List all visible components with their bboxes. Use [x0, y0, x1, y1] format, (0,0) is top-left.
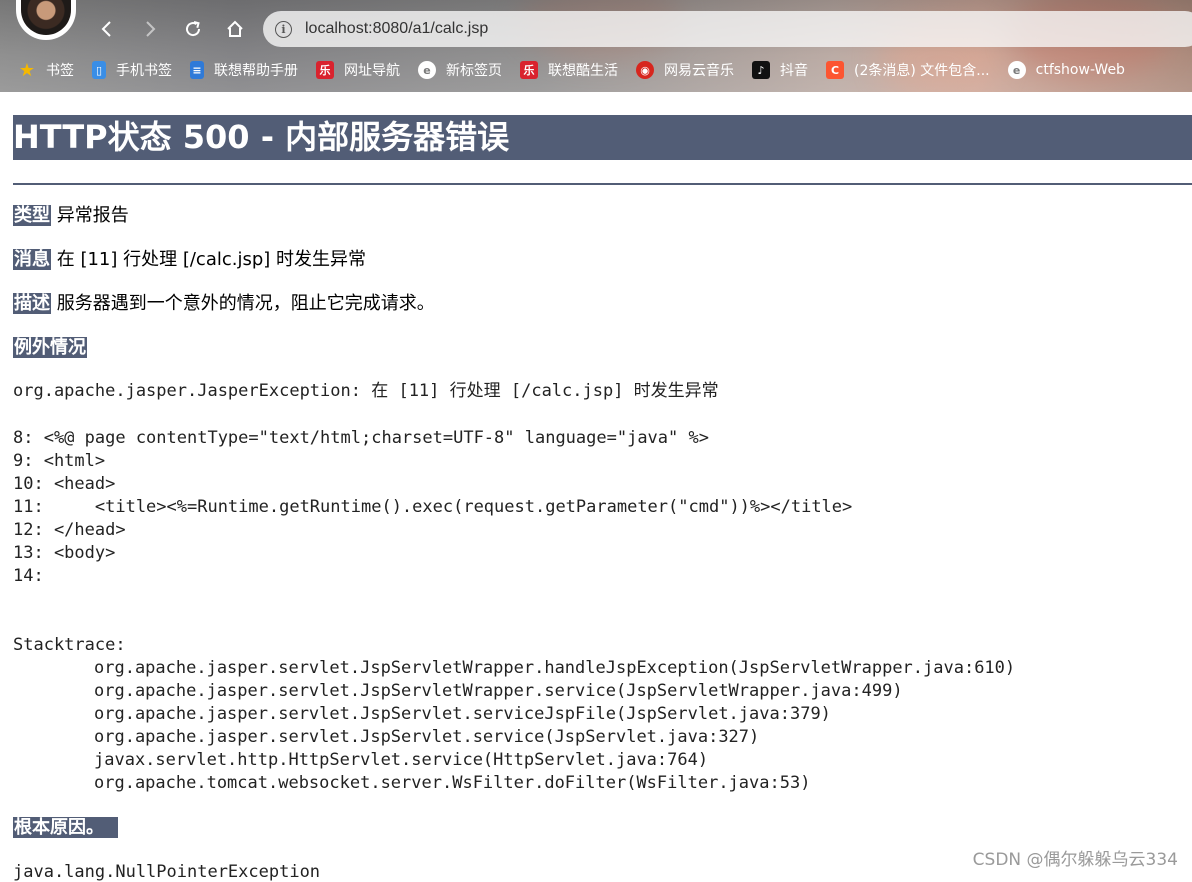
bookmark-item[interactable]: ◉ 网易云音乐	[636, 60, 734, 80]
exception-line: org.apache.jasper.JasperException: 在 [11…	[13, 381, 719, 401]
edge-icon: e	[1007, 61, 1026, 79]
code-line: 12: </head>	[13, 520, 126, 540]
bookmark-label: (2条消息) 文件包含...	[854, 63, 990, 79]
root-cause-heading: 根本原因。	[13, 816, 118, 840]
bookmark-item[interactable]: ★ 书签	[18, 59, 74, 81]
bookmark-item[interactable]: ≡ 联想帮助手册	[190, 60, 298, 80]
back-button[interactable]	[92, 14, 122, 44]
code-line: 8: <%@ page contentType="text/html;chars…	[13, 428, 709, 448]
home-icon	[227, 20, 243, 37]
bookmark-label: 书签	[46, 63, 74, 79]
message-label: 消息	[13, 249, 51, 270]
bookmarks-bar: ★ 书签 ▯ 手机书签 ≡ 联想帮助手册 乐 网址导航 e 新标签页 乐 联想酷…	[0, 56, 1192, 84]
description-value: 服务器遇到一个意外的情况，阻止它完成请求。	[56, 293, 435, 314]
home-button[interactable]	[220, 14, 250, 44]
book-icon: ≡	[190, 61, 204, 79]
code-line: 11: <title><%=Runtime.getRuntime().exec(…	[13, 497, 853, 517]
reload-icon	[186, 21, 201, 37]
bookmark-label: ctfshow-Web	[1035, 62, 1125, 78]
bookmark-item[interactable]: C (2条消息) 文件包含...	[826, 60, 990, 80]
bookmark-item[interactable]: ▯ 手机书签	[92, 60, 172, 80]
stacktrace-line: javax.servlet.http.HttpServlet.service(H…	[94, 750, 709, 770]
info-icon[interactable]: i	[275, 20, 292, 38]
bookmark-item[interactable]: e ctfshow-Web	[1007, 61, 1125, 79]
type-row: 类型 异常报告	[13, 204, 129, 228]
star-icon: ★	[18, 59, 36, 81]
page-title: HTTP状态 500 - 内部服务器错误	[13, 115, 1192, 160]
stacktrace-line: org.apache.tomcat.websocket.server.WsFil…	[94, 773, 811, 793]
description-row: 描述 服务器遇到一个意外的情况，阻止它完成请求。	[13, 292, 435, 316]
bookmark-label: 网址导航	[344, 63, 400, 79]
stacktrace-line: org.apache.jasper.servlet.JspServletWrap…	[94, 658, 1016, 678]
bookmark-item[interactable]: ♪ 抖音	[752, 60, 808, 80]
stacktrace-line: org.apache.jasper.servlet.JspServlet.ser…	[94, 704, 831, 724]
bookmark-label: 抖音	[780, 63, 808, 79]
root-cause-line: java.lang.NullPointerException	[13, 862, 321, 882]
arrow-left-icon	[101, 21, 111, 37]
message-value: 在 [11] 行处理 [/calc.jsp] 时发生异常	[56, 249, 367, 270]
code-line: 13: <body>	[13, 543, 116, 563]
phone-icon: ▯	[92, 61, 106, 79]
lenovo-icon: 乐	[520, 61, 538, 79]
forward-button[interactable]	[135, 14, 165, 44]
stacktrace-label: Stacktrace:	[13, 635, 126, 655]
tiktok-icon: ♪	[752, 61, 770, 79]
code-line: 10: <head>	[13, 474, 116, 494]
code-line: 9: <html>	[13, 451, 106, 471]
divider	[13, 183, 1192, 185]
bookmark-label: 新标签页	[446, 63, 502, 79]
address-url[interactable]: localhost:8080/a1/calc.jsp	[305, 20, 488, 38]
exception-heading: 例外情况	[13, 336, 87, 360]
bookmark-label: 网易云音乐	[664, 63, 734, 79]
type-value: 异常报告	[56, 205, 129, 226]
bookmark-label: 联想帮助手册	[214, 63, 298, 79]
description-label: 描述	[13, 293, 51, 314]
root-cause-label: 根本原因。	[13, 817, 118, 838]
reload-button[interactable]	[178, 14, 208, 44]
message-row: 消息 在 [11] 行处理 [/calc.jsp] 时发生异常	[13, 248, 366, 272]
bookmark-label: 联想酷生活	[548, 63, 618, 79]
edge-icon: e	[418, 61, 436, 79]
error-page: HTTP状态 500 - 内部服务器错误 类型 异常报告 消息 在 [11] 行…	[0, 92, 1192, 882]
address-bar[interactable]: i localhost:8080/a1/calc.jsp	[263, 11, 1192, 47]
netease-icon: ◉	[636, 61, 654, 79]
stacktrace-line: org.apache.jasper.servlet.JspServlet.ser…	[94, 727, 760, 747]
csdn-icon: C	[826, 61, 844, 79]
arrow-right-icon	[146, 21, 156, 37]
type-label: 类型	[13, 205, 51, 226]
lenovo-icon: 乐	[316, 61, 334, 79]
watermark: CSDN @偶尔躲躲乌云334	[972, 850, 1178, 870]
code-line: 14:	[13, 566, 44, 586]
bookmark-item[interactable]: 乐 联想酷生活	[520, 60, 618, 80]
bookmark-label: 手机书签	[116, 63, 172, 79]
browser-toolbar: i localhost:8080/a1/calc.jsp ★ 书签 ▯ 手机书签…	[0, 0, 1192, 92]
bookmark-item[interactable]: 乐 网址导航	[316, 60, 400, 80]
exception-label: 例外情况	[13, 337, 87, 358]
bookmark-item[interactable]: e 新标签页	[418, 60, 502, 80]
stacktrace-line: org.apache.jasper.servlet.JspServletWrap…	[94, 681, 903, 701]
